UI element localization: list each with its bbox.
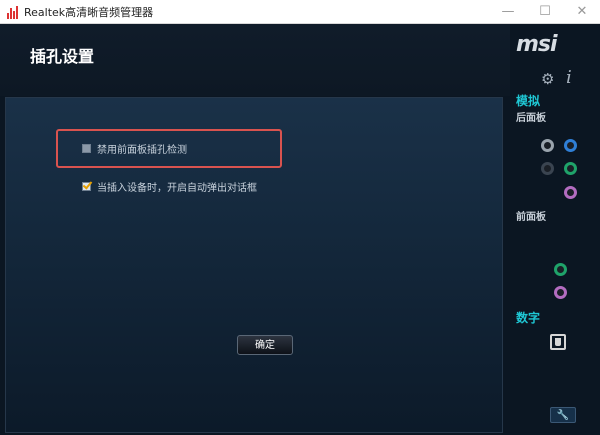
rear-panel-label: 后面板: [516, 113, 546, 124]
window-title: Realtek高清晰音频管理器: [24, 6, 154, 19]
msi-logo: msi: [516, 32, 558, 57]
wrench-icon[interactable]: 🔧: [550, 407, 576, 423]
maximize-button[interactable]: ☐: [527, 0, 563, 24]
analog-title: 模拟: [516, 94, 541, 108]
settings-panel: 禁用前面板插孔检测 当插入设备时，开启自动弹出对话框 确定: [5, 97, 503, 433]
page-header: 插孔设置: [0, 24, 510, 96]
page-title: 插孔设置: [30, 47, 95, 66]
main-client-area: 插孔设置 禁用前面板插孔检测 当插入设备时，开启自动弹出对话框 确定 msi ⚙…: [0, 24, 600, 435]
option-label: 当插入设备时，开启自动弹出对话框: [97, 182, 257, 194]
speaker-icon: [7, 5, 19, 19]
ok-button[interactable]: 确定: [237, 335, 293, 355]
rear-jack-black[interactable]: [541, 162, 554, 175]
info-icon[interactable]: i: [566, 67, 572, 88]
gear-icon[interactable]: ⚙: [541, 70, 554, 88]
rear-jack-blue[interactable]: [564, 139, 577, 152]
auto-popup-option[interactable]: 当插入设备时，开启自动弹出对话框: [82, 178, 257, 194]
close-button[interactable]: ✕: [564, 0, 600, 24]
rear-jack-green[interactable]: [564, 162, 577, 175]
front-panel-label: 前面板: [516, 212, 546, 223]
rear-jack-pink[interactable]: [564, 186, 577, 199]
option-label: 禁用前面板插孔检测: [97, 144, 187, 156]
front-jack-pink[interactable]: [554, 286, 567, 299]
disable-front-panel-option[interactable]: 禁用前面板插孔检测: [82, 140, 187, 156]
rear-jack-gray[interactable]: [541, 139, 554, 152]
sidebar: msi ⚙ i 模拟 后面板 前面板 数字 🔧: [508, 24, 600, 435]
spdif-port-icon[interactable]: [550, 334, 566, 350]
minimize-button[interactable]: —: [490, 0, 526, 24]
checkbox-auto-popup[interactable]: [82, 181, 91, 191]
digital-title: 数字: [516, 311, 541, 325]
checkbox-disable-front-panel[interactable]: [82, 143, 91, 153]
front-jack-green[interactable]: [554, 263, 567, 276]
title-bar: Realtek高清晰音频管理器 — ☐ ✕: [0, 0, 600, 24]
